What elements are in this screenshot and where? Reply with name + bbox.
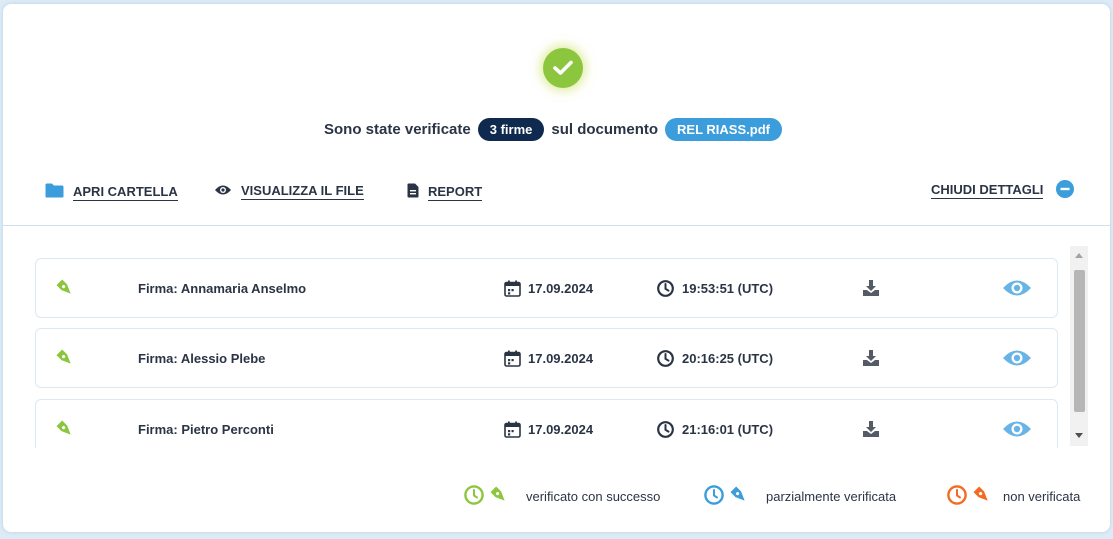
folder-icon [45, 183, 73, 201]
check-circle-icon [543, 48, 583, 88]
signature-row[interactable]: Firma: Alessio Plebe 17.09.2024 20:16:25… [35, 328, 1058, 388]
scroll-up-arrow-icon[interactable] [1070, 248, 1088, 262]
signature-date: 17.09.2024 [528, 421, 594, 437]
eye-icon[interactable] [1002, 400, 1032, 448]
eye-icon[interactable] [1002, 259, 1032, 317]
signature-time: 21:16:01 (UTC) [682, 421, 774, 437]
download-icon[interactable] [862, 400, 880, 448]
clock-icon [657, 329, 674, 387]
eye-icon [214, 184, 241, 199]
clock-icon [657, 400, 674, 448]
signature-row[interactable]: Firma: Pietro Perconti 17.09.2024 21:16:… [35, 399, 1058, 448]
scrollbar-thumb[interactable] [1074, 270, 1085, 412]
document-name-badge: REL RIASS.pdf [665, 117, 782, 141]
summary-middle: sul documento [551, 120, 659, 138]
summary-prefix: Sono state verificate [324, 120, 471, 138]
pen-nib-icon [54, 400, 76, 448]
legend-success-label: verificato con successo [526, 489, 661, 504]
pen-nib-icon [728, 484, 754, 509]
signature-count-badge: 3 firme [477, 117, 545, 141]
open-folder-button[interactable]: APRI CARTELLA [45, 183, 178, 201]
close-details-label: CHIUDI DETTAGLI [931, 182, 1044, 199]
pen-nib-icon [54, 329, 76, 387]
pen-nib-icon [488, 484, 514, 509]
minus-circle-icon [1056, 180, 1083, 201]
legend-partial-label: parzialmente verificata [766, 489, 897, 504]
verification-summary: Sono state verificate 3 firme sul docume… [3, 116, 1110, 142]
scroll-down-arrow-icon[interactable] [1070, 428, 1088, 442]
calendar-icon [504, 329, 521, 387]
legend-failed: non verificata [947, 484, 1080, 509]
verification-panel: Sono state verificate 3 firme sul docume… [3, 4, 1110, 532]
document-icon [407, 183, 428, 201]
signature-date: 17.09.2024 [528, 350, 594, 366]
eye-icon[interactable] [1002, 329, 1032, 387]
signature-date: 17.09.2024 [528, 280, 594, 296]
signature-list: Firma: Annamaria Anselmo 17.09.2024 19:5… [35, 258, 1058, 448]
pen-nib-icon [54, 259, 76, 317]
signer-name: Firma: Pietro Perconti [138, 421, 274, 437]
legend-failed-label: non verificata [1003, 489, 1081, 504]
report-button[interactable]: REPORT [407, 183, 483, 201]
signer-name: Firma: Annamaria Anselmo [138, 280, 307, 296]
signature-row[interactable]: Firma: Annamaria Anselmo 17.09.2024 19:5… [35, 258, 1058, 318]
divider [3, 225, 1110, 226]
calendar-icon [504, 400, 521, 448]
clock-icon [464, 485, 488, 508]
pen-nib-icon [971, 484, 997, 509]
clock-icon [704, 485, 728, 508]
clock-icon [657, 259, 674, 317]
close-details-button[interactable]: CHIUDI DETTAGLI [931, 180, 1083, 201]
legend-partial: parzialmente verificata [704, 484, 896, 509]
report-label: REPORT [428, 183, 483, 201]
scrollbar[interactable] [1070, 246, 1088, 446]
view-file-label: VISUALIZZA IL FILE [241, 183, 364, 200]
legend-success: verificato con successo [464, 484, 660, 509]
open-folder-label: APRI CARTELLA [73, 183, 178, 201]
signature-time: 20:16:25 (UTC) [682, 350, 774, 366]
download-icon[interactable] [862, 329, 880, 387]
signer-name: Firma: Alessio Plebe [138, 350, 266, 366]
clock-icon [947, 485, 971, 508]
download-icon[interactable] [862, 259, 880, 317]
signature-time: 19:53:51 (UTC) [682, 280, 774, 296]
calendar-icon [504, 259, 521, 317]
view-file-button[interactable]: VISUALIZZA IL FILE [214, 183, 364, 200]
